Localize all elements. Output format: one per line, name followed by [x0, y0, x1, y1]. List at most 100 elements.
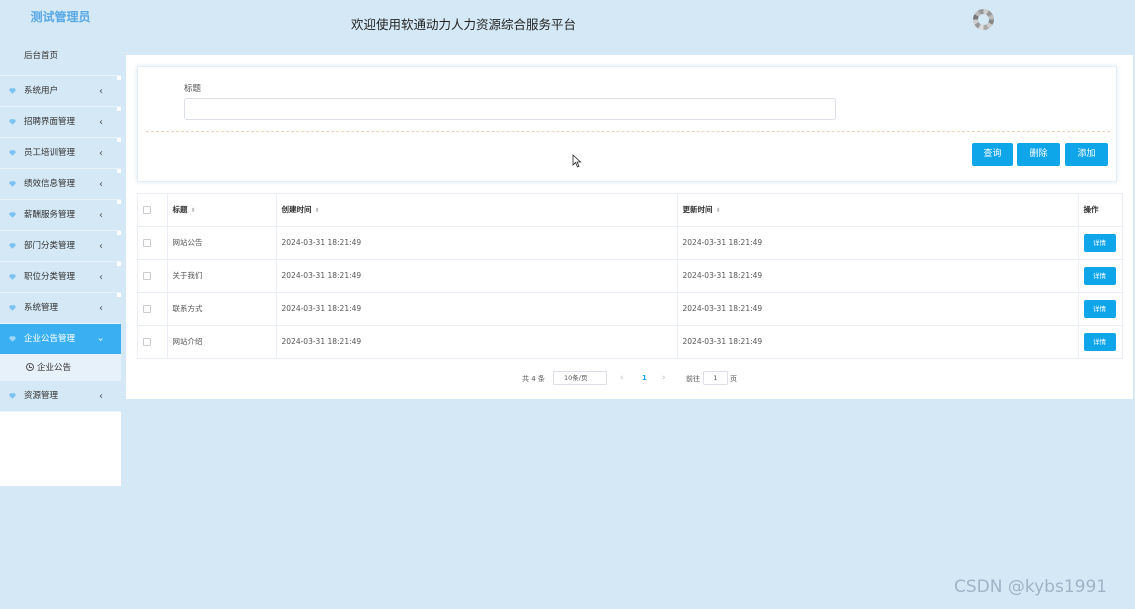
row-select-cell	[138, 226, 168, 260]
chevron-left-icon: ‹	[99, 148, 103, 159]
row-select-cell	[138, 325, 168, 358]
chevron-left-icon: ‹	[99, 117, 103, 128]
corner-mark	[117, 107, 121, 111]
sort-icon[interactable]: ⬍	[716, 207, 721, 214]
sidebar-item-training[interactable]: 员工培训管理 ‹	[0, 138, 121, 169]
pagination-total: 共 4 条	[522, 375, 545, 383]
sidebar-item-label: 招聘界面管理	[24, 117, 76, 127]
column-header-label: 创建时间	[281, 205, 312, 215]
corner-mark	[117, 169, 121, 173]
title-search-input[interactable]	[184, 98, 836, 120]
submenu-item-announcement[interactable]: 企业公告	[0, 355, 121, 381]
detail-button[interactable]: 详情	[1083, 266, 1116, 285]
cell-title: 网站介绍	[167, 325, 277, 358]
submenu-item-label: 企业公告	[37, 363, 72, 373]
sidebar-item-label: 系统管理	[24, 303, 59, 313]
sidebar-item-label: 部门分类管理	[24, 241, 76, 251]
sidebar-item-performance[interactable]: 绩效信息管理 ‹	[0, 169, 121, 200]
sidebar-item-label: 系统用户	[24, 86, 59, 96]
diamond-icon	[9, 119, 16, 125]
corner-mark	[117, 138, 121, 142]
diamond-icon	[9, 181, 16, 187]
table-row: 网站介绍 2024-03-31 18:21:49 2024-03-31 18:2…	[138, 325, 1124, 358]
select-all-checkbox[interactable]	[143, 206, 151, 215]
main-panel: 标题 查询 删除 添加 标题 ⬍ 创建时间 ⬍ 更新时间 ⬍ 操作 网站公告 2…	[126, 55, 1133, 399]
current-page-number[interactable]: 1	[642, 374, 647, 382]
diamond-icon	[9, 336, 16, 342]
diamond-icon	[9, 305, 16, 311]
cell-updated: 2024-03-31 18:21:49	[677, 259, 1079, 293]
detail-button[interactable]: 详情	[1083, 332, 1116, 351]
sidebar-item-label: 绩效信息管理	[24, 179, 76, 189]
cell-actions: 详情	[1078, 292, 1124, 326]
corner-mark	[117, 76, 121, 80]
sidebar-item-label: 资源管理	[24, 391, 59, 401]
add-button[interactable]: 添加	[1065, 143, 1108, 166]
chevron-down-icon: ‹	[95, 337, 107, 342]
cell-title: 关于我们	[167, 259, 277, 293]
sort-icon[interactable]: ⬍	[191, 207, 196, 214]
cell-actions: 详情	[1078, 226, 1124, 260]
diamond-icon	[9, 150, 16, 156]
column-header-updated[interactable]: 更新时间 ⬍	[677, 194, 1079, 227]
row-select-cell	[138, 292, 168, 326]
row-select-cell	[138, 259, 168, 293]
column-header-created[interactable]: 创建时间 ⬍	[276, 194, 678, 227]
sidebar-item-label: 薪酬服务管理	[24, 210, 76, 220]
cell-actions: 详情	[1078, 325, 1124, 358]
query-button[interactable]: 查询	[972, 143, 1013, 166]
sidebar-item-home[interactable]: 后台首页	[0, 36, 121, 76]
sidebar-item-position[interactable]: 职位分类管理 ‹	[0, 262, 121, 293]
column-header-label: 标题	[172, 205, 188, 215]
sidebar-item-users[interactable]: 系统用户 ‹	[0, 76, 121, 107]
cell-created: 2024-03-31 18:21:49	[276, 292, 678, 326]
mouse-cursor-icon	[572, 154, 582, 168]
row-checkbox[interactable]	[143, 239, 151, 247]
sidebar-item-label: 员工培训管理	[24, 148, 76, 158]
row-checkbox[interactable]	[143, 338, 151, 347]
column-header-title[interactable]: 标题 ⬍	[167, 194, 277, 227]
diamond-icon	[9, 274, 16, 280]
cell-created: 2024-03-31 18:21:49	[276, 325, 678, 358]
chevron-left-icon: ‹	[99, 210, 103, 221]
cell-created: 2024-03-31 18:21:49	[276, 259, 678, 293]
sidebar-item-announcements[interactable]: 企业公告管理 ‹	[0, 324, 121, 355]
sidebar-item-resources[interactable]: 资源管理 ‹	[0, 381, 121, 412]
sidebar-item-label: 企业公告管理	[24, 334, 76, 344]
corner-mark	[117, 200, 121, 204]
sidebar-item-department[interactable]: 部门分类管理 ‹	[0, 231, 121, 262]
delete-button[interactable]: 删除	[1017, 143, 1060, 166]
detail-button[interactable]: 详情	[1083, 233, 1116, 252]
chevron-left-icon: ‹	[99, 272, 103, 283]
search-label: 标题	[184, 84, 202, 94]
detail-button[interactable]: 详情	[1083, 299, 1116, 318]
goto-page-input[interactable]: 1	[703, 371, 728, 385]
sidebar-item-salary[interactable]: 薪酬服务管理 ‹	[0, 200, 121, 231]
sort-icon[interactable]: ⬍	[315, 207, 320, 214]
sidebar-item-recruitment[interactable]: 招聘界面管理 ‹	[0, 107, 121, 138]
sidebar: 测试管理员 后台首页 系统用户 ‹ 招聘界面管理 ‹ 员工培训管理 ‹ 绩效信息…	[0, 0, 121, 486]
sidebar-item-label: 职位分类管理	[24, 272, 76, 282]
loading-spinner-icon	[973, 9, 994, 30]
table-header-row: 标题 ⬍ 创建时间 ⬍ 更新时间 ⬍ 操作	[138, 194, 1124, 227]
cell-created: 2024-03-31 18:21:49	[276, 226, 678, 260]
page-size-select[interactable]: 10条/页	[553, 371, 607, 385]
corner-mark	[117, 231, 121, 235]
cell-updated: 2024-03-31 18:21:49	[677, 292, 1079, 326]
sidebar-header: 测试管理员	[0, 0, 121, 36]
column-header-label: 更新时间	[682, 205, 713, 215]
row-checkbox[interactable]	[143, 272, 151, 280]
next-page-icon[interactable]: ›	[662, 373, 666, 383]
cell-updated: 2024-03-31 18:21:49	[677, 325, 1079, 358]
prev-page-icon[interactable]: ‹	[620, 373, 624, 383]
diamond-icon	[9, 393, 16, 399]
sidebar-item-system[interactable]: 系统管理 ‹	[0, 293, 121, 324]
goto-label: 前往	[686, 375, 700, 383]
cell-title: 网站公告	[167, 226, 277, 260]
chevron-left-icon: ‹	[99, 391, 103, 402]
clock-icon	[26, 363, 34, 371]
table-row: 网站公告 2024-03-31 18:21:49 2024-03-31 18:2…	[138, 226, 1124, 260]
row-checkbox[interactable]	[143, 305, 151, 313]
goto-unit: 页	[730, 375, 737, 383]
table-row: 联系方式 2024-03-31 18:21:49 2024-03-31 18:2…	[138, 292, 1124, 326]
